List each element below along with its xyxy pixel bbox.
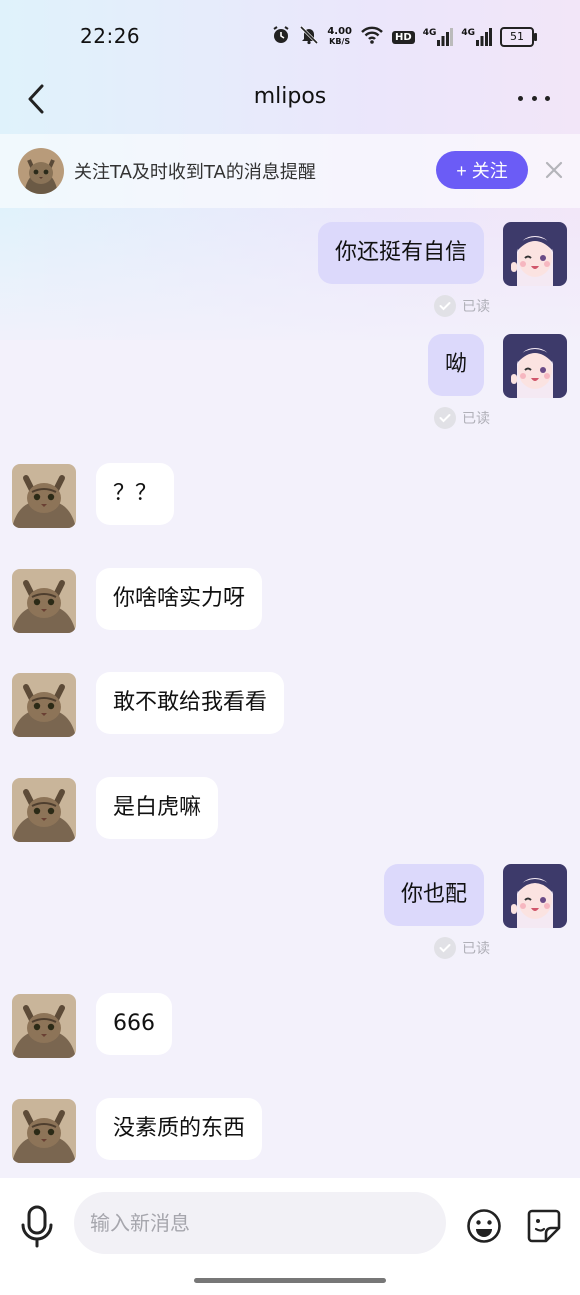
check-circle-icon: [434, 407, 456, 429]
emoji-button[interactable]: [466, 1208, 502, 1244]
net-speed-value: 4.00: [327, 26, 353, 37]
avatar[interactable]: [503, 334, 567, 398]
close-button[interactable]: [540, 156, 568, 184]
follow-button[interactable]: + 关注: [436, 151, 528, 189]
avatar[interactable]: [12, 673, 76, 737]
avatar[interactable]: [12, 569, 76, 633]
message-bubble[interactable]: 没素质的东西: [96, 1098, 263, 1160]
sticker-button[interactable]: [526, 1208, 562, 1244]
net-speed: 4.00 KB/S: [327, 27, 352, 47]
follow-reminder-text: 关注TA及时收到TA的消息提醒: [74, 162, 316, 183]
voice-button[interactable]: [18, 1204, 56, 1248]
message-input[interactable]: [74, 1192, 446, 1254]
alarm-icon: [271, 25, 291, 49]
read-receipt: 已读: [434, 295, 490, 317]
read-label: 已读: [462, 299, 490, 315]
home-indicator: [194, 1278, 386, 1283]
avatar[interactable]: [503, 864, 567, 928]
avatar[interactable]: [12, 1099, 76, 1163]
wifi-icon: [360, 25, 384, 49]
read-label: 已读: [462, 941, 490, 957]
signal-icon: 4G: [461, 28, 492, 46]
status-icons: 4.00 KB/S HD 4G 4G 51: [271, 24, 537, 50]
avatar[interactable]: [12, 994, 76, 1058]
message-bubble[interactable]: 是白虎嘛: [96, 777, 219, 839]
read-receipt: 已读: [434, 407, 490, 429]
sticker-icon: [527, 1209, 561, 1243]
more-button[interactable]: [518, 90, 550, 106]
message-bubble[interactable]: ？？: [96, 463, 175, 525]
signal-label: 4G: [422, 28, 437, 38]
message-bubble[interactable]: 敢不敢给我看看: [96, 672, 285, 734]
avatar[interactable]: [18, 148, 64, 194]
smiley-icon: [467, 1209, 501, 1243]
status-time: 22:26: [80, 24, 141, 48]
mute-bell-icon: [299, 25, 319, 49]
avatar[interactable]: [12, 778, 76, 842]
page-title: mlipos: [253, 84, 327, 109]
close-icon: [545, 161, 563, 179]
check-circle-icon: [434, 937, 456, 959]
read-receipt: 已读: [434, 937, 490, 959]
message-bubble[interactable]: 666: [96, 993, 172, 1055]
message-bubble[interactable]: 你啥啥实力呀: [96, 568, 263, 630]
more-horizontal-icon: [518, 95, 523, 101]
avatar[interactable]: [503, 222, 567, 286]
signal-icon: 4G: [423, 28, 454, 46]
hd-icon: HD: [392, 30, 415, 44]
battery-icon: 51: [500, 27, 537, 47]
message-bubble[interactable]: 你也配: [383, 864, 484, 926]
read-label: 已读: [462, 411, 490, 427]
microphone-icon: [21, 1205, 53, 1248]
status-bar: 22:26 4.00 KB/S HD 4G 4G 51: [0, 0, 580, 72]
message-bubble[interactable]: 呦: [427, 334, 484, 396]
signal-label: 4G: [461, 28, 475, 38]
check-circle-icon: [434, 295, 456, 317]
avatar[interactable]: [12, 464, 76, 528]
message-bubble[interactable]: 你还挺有自信: [317, 222, 484, 284]
net-speed-unit: KB/S: [329, 37, 351, 46]
